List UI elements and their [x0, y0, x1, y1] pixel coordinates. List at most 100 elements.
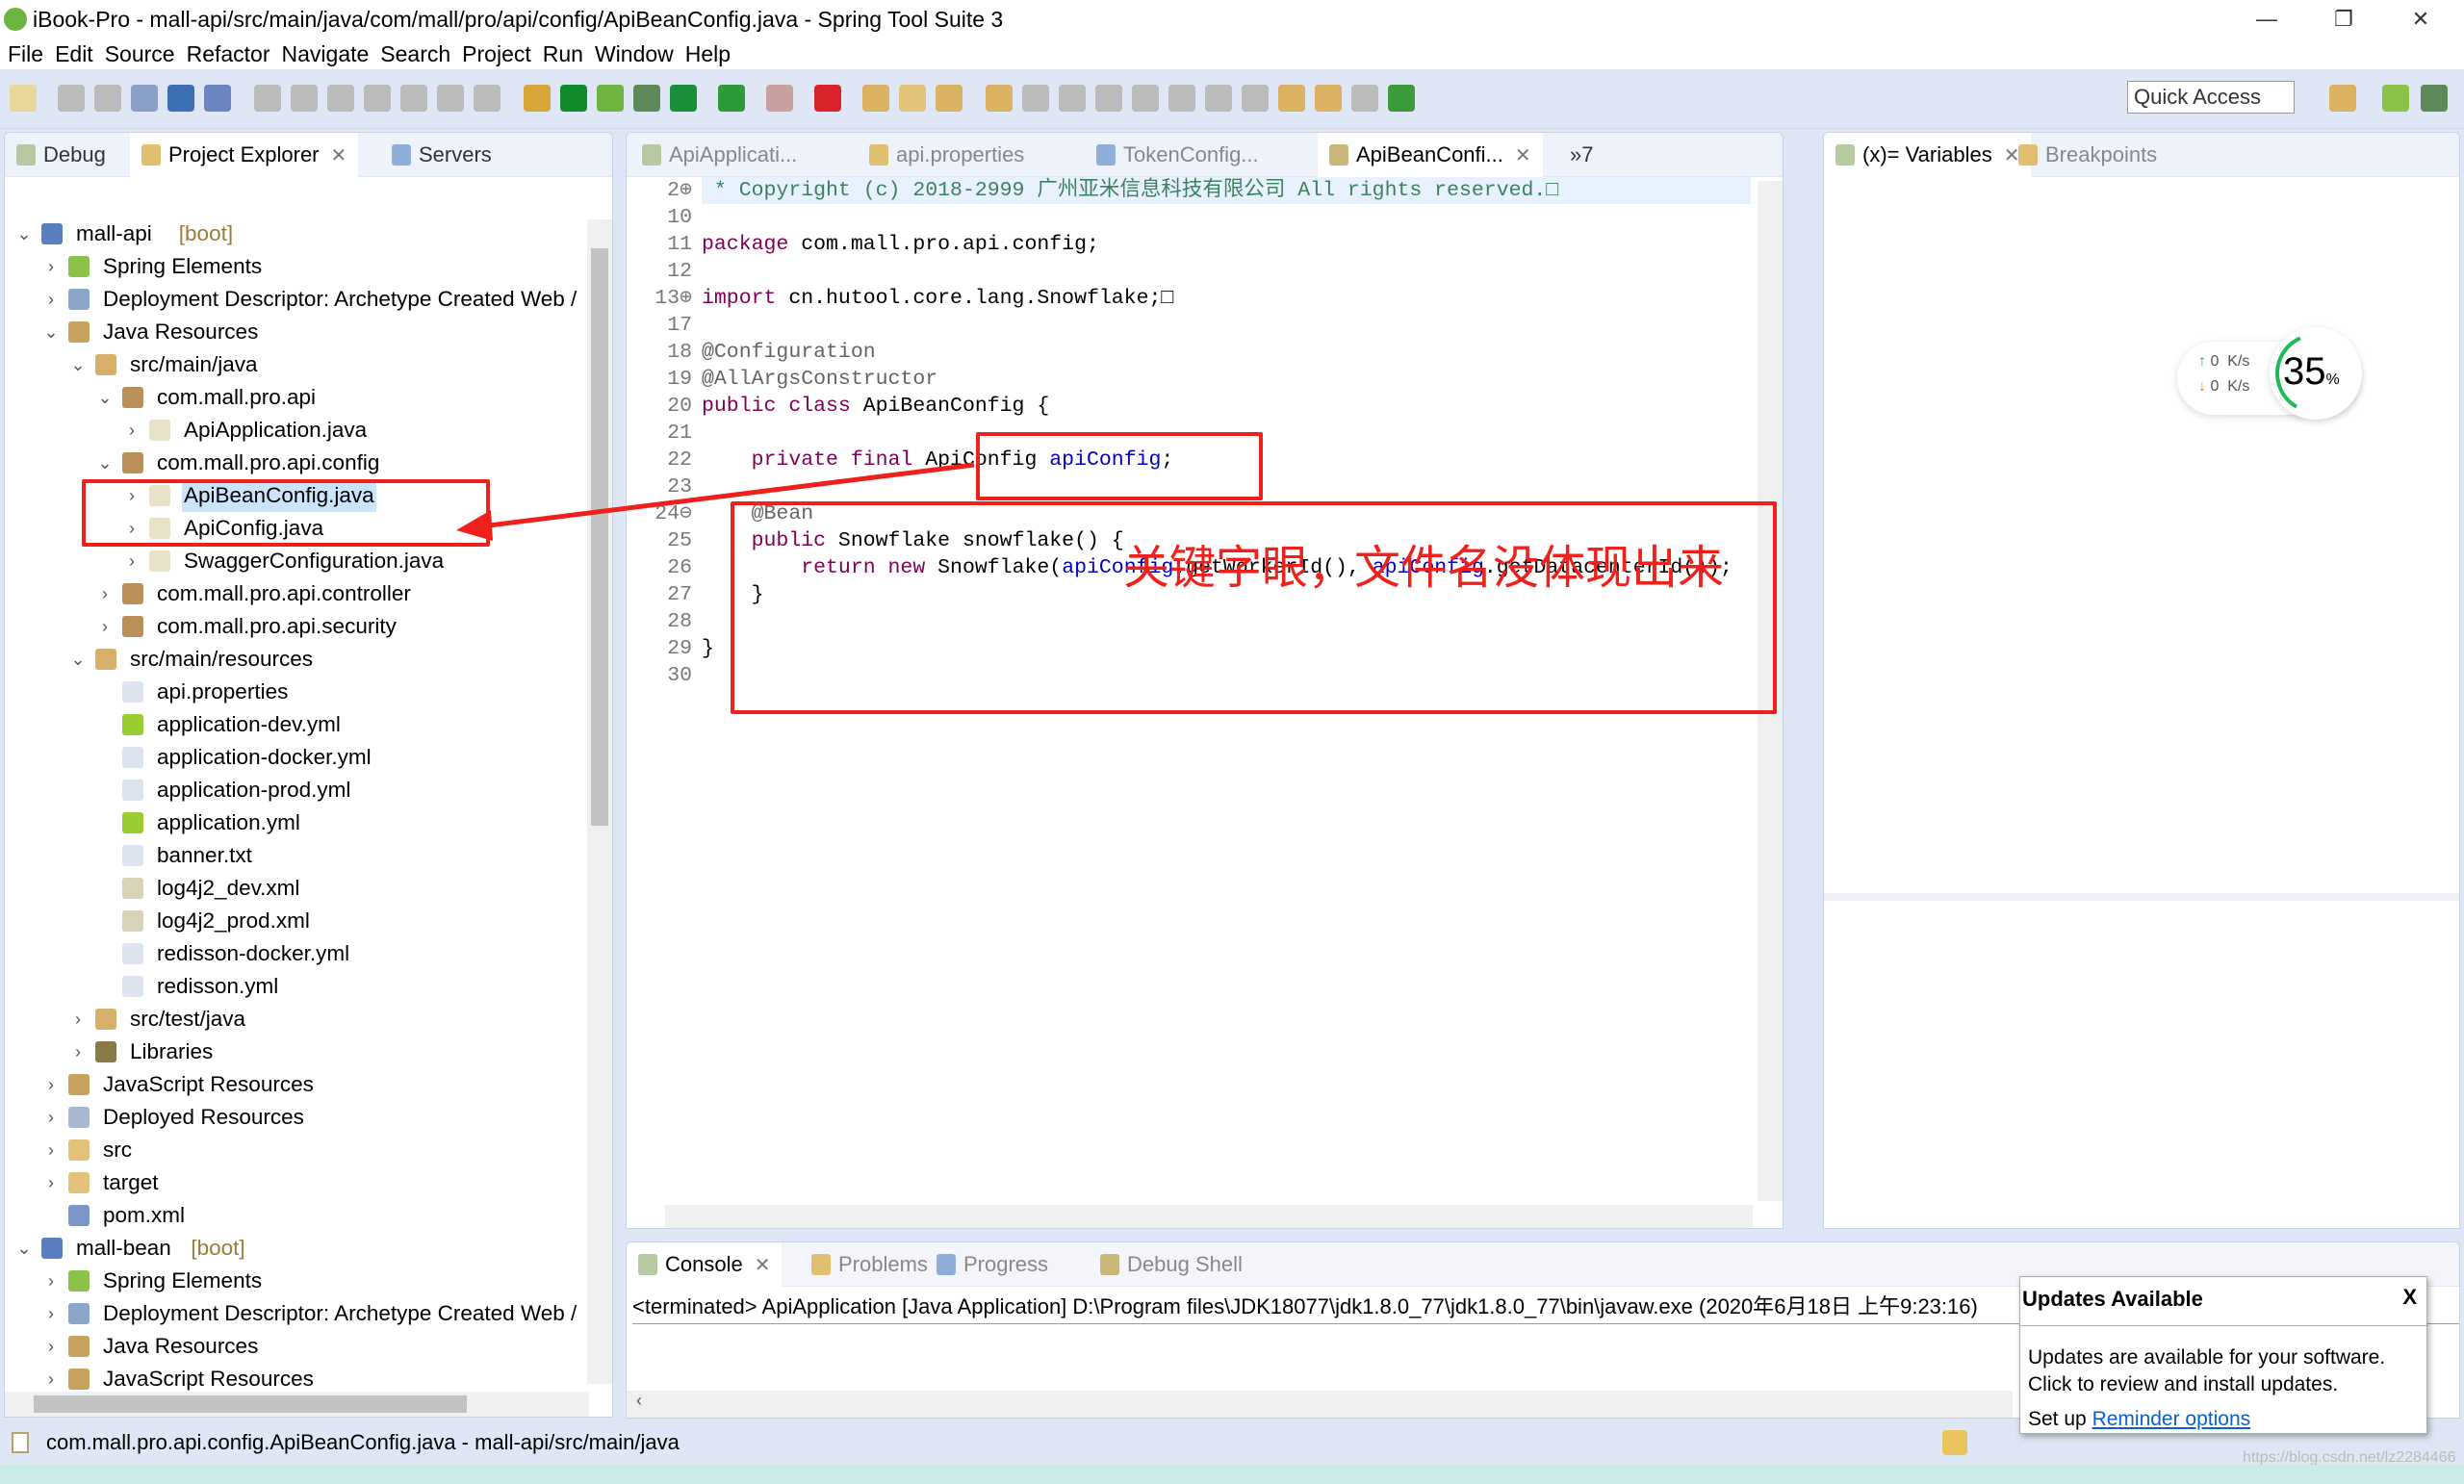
- tab-apibeanconfi[interactable]: ApiBeanConfi... ✕: [1318, 133, 1543, 177]
- prev-annotation-icon[interactable]: [1242, 85, 1269, 112]
- chevron-down-icon[interactable]: ⌄: [68, 348, 88, 381]
- tree-item[interactable]: application-prod.yml: [5, 774, 582, 806]
- tree-item[interactable]: ⌄ com.mall.pro.api.config: [5, 447, 582, 479]
- chevron-down-icon[interactable]: ⌄: [95, 447, 115, 479]
- new-icon[interactable]: [10, 85, 37, 112]
- popup-close-button[interactable]: X: [2402, 1285, 2417, 1310]
- tree-item[interactable]: log4j2_prod.xml: [5, 905, 582, 937]
- chevron-right-icon[interactable]: ›: [41, 1134, 61, 1166]
- tree-item[interactable]: › Deployed Resources: [5, 1101, 582, 1134]
- step-into-icon[interactable]: [400, 85, 427, 112]
- run-external-icon[interactable]: [718, 85, 745, 112]
- debug-icon[interactable]: [633, 85, 660, 112]
- tab-debug[interactable]: Debug: [5, 133, 117, 177]
- chevron-right-icon[interactable]: ›: [41, 1068, 61, 1101]
- tree-item[interactable]: › com.mall.pro.api.security: [5, 610, 582, 643]
- save-icon[interactable]: [58, 85, 85, 112]
- menu-run[interactable]: Run: [543, 41, 583, 66]
- tree-item[interactable]: › Java Resources: [5, 1330, 582, 1363]
- tab-servers[interactable]: Servers: [380, 133, 503, 177]
- close-tab-icon[interactable]: ✕: [1515, 145, 1531, 166]
- editor-horizontal-scrollbar[interactable]: [665, 1205, 1753, 1228]
- tab-x-variables[interactable]: (x)= Variables ✕: [1824, 133, 2032, 177]
- chevron-right-icon[interactable]: ›: [41, 283, 61, 316]
- chevron-down-icon[interactable]: ⌄: [41, 316, 61, 348]
- console-icon[interactable]: [167, 85, 194, 112]
- redo-icon[interactable]: [1351, 85, 1378, 112]
- open-task-icon[interactable]: [899, 85, 926, 112]
- step-return-icon[interactable]: [474, 85, 500, 112]
- chevron-down-icon[interactable]: ⌄: [14, 1232, 34, 1265]
- tree-item[interactable]: log4j2_dev.xml: [5, 872, 582, 905]
- tree-item[interactable]: ⌄ src/main/resources: [5, 643, 582, 676]
- tree-item[interactable]: › ApiApplication.java: [5, 414, 582, 447]
- menu-help[interactable]: Help: [685, 41, 731, 66]
- tab-tokenconfig[interactable]: TokenConfig...: [1085, 133, 1270, 177]
- tree-item[interactable]: ⌄ Java Resources: [5, 316, 582, 348]
- tab-api-properties[interactable]: api.properties: [858, 133, 1036, 177]
- tree-vertical-scrollbar[interactable]: [587, 219, 612, 1384]
- stop-icon[interactable]: [766, 85, 793, 112]
- tree-item[interactable]: pom.xml: [5, 1199, 582, 1232]
- minimize-button[interactable]: —: [2233, 0, 2300, 38]
- menu-project[interactable]: Project: [462, 41, 531, 66]
- spring-boot-icon[interactable]: [560, 85, 587, 112]
- chevron-right-icon[interactable]: ›: [41, 1101, 61, 1134]
- tree-item[interactable]: redisson-docker.yml: [5, 937, 582, 970]
- more-tabs-button[interactable]: »7: [1570, 133, 1593, 177]
- chevron-right-icon[interactable]: ›: [122, 545, 141, 577]
- chevron-right-icon[interactable]: ›: [122, 414, 141, 447]
- block-icon[interactable]: [1132, 85, 1159, 112]
- tab-problems[interactable]: Problems: [800, 1242, 939, 1287]
- paragraph-icon[interactable]: [1168, 85, 1195, 112]
- tree-item[interactable]: › com.mall.pro.api.controller: [5, 577, 582, 610]
- tree-item[interactable]: › target: [5, 1166, 582, 1199]
- tree-item[interactable]: application-docker.yml: [5, 741, 582, 774]
- tree-item[interactable]: › Spring Elements: [5, 250, 582, 283]
- scroll-thumb[interactable]: [34, 1395, 467, 1413]
- tree-item[interactable]: › src/test/java: [5, 1003, 582, 1036]
- chevron-right-icon[interactable]: ›: [68, 1003, 88, 1036]
- tree-item[interactable]: › Libraries: [5, 1036, 582, 1068]
- panel-divider[interactable]: [1824, 893, 2459, 901]
- open-folder-icon[interactable]: [986, 85, 1013, 112]
- tab-console[interactable]: Console ✕: [627, 1242, 783, 1287]
- updates-available-notification[interactable]: Updates Available X Updates are availabl…: [2019, 1276, 2428, 1434]
- new-window-icon[interactable]: [1388, 85, 1415, 112]
- chevron-down-icon[interactable]: ⌄: [95, 381, 115, 414]
- chevron-right-icon[interactable]: ›: [41, 1330, 61, 1363]
- close-button[interactable]: ✕: [2387, 0, 2454, 38]
- tree-item[interactable]: ⌄ mall-api [boot]: [5, 217, 582, 250]
- menu-navigate[interactable]: Navigate: [282, 41, 370, 66]
- tab-apiapplicati[interactable]: ApiApplicati...: [630, 133, 808, 177]
- next-annotation-icon[interactable]: [1205, 85, 1232, 112]
- pin-icon[interactable]: [1022, 85, 1049, 112]
- tree-item[interactable]: › src: [5, 1134, 582, 1166]
- forward-icon[interactable]: [1315, 85, 1342, 112]
- chevron-down-icon[interactable]: ⌄: [68, 643, 88, 676]
- tree-item[interactable]: ⌄ mall-bean [boot]: [5, 1232, 582, 1265]
- back-icon[interactable]: [1278, 85, 1305, 112]
- quick-access-input[interactable]: Quick Access: [2127, 81, 2295, 114]
- scroll-thumb[interactable]: [591, 248, 608, 826]
- binary-icon[interactable]: [131, 85, 158, 112]
- chevron-right-icon[interactable]: ›: [95, 577, 115, 610]
- resume-icon[interactable]: [254, 85, 281, 112]
- tree-item[interactable]: › Deployment Descriptor: Archetype Create…: [5, 1297, 582, 1330]
- tab-breakpoints[interactable]: Breakpoints: [2007, 133, 2169, 177]
- chevron-right-icon[interactable]: ›: [41, 250, 61, 283]
- chevron-right-icon[interactable]: ›: [41, 1265, 61, 1297]
- chevron-right-icon[interactable]: ›: [68, 1036, 88, 1068]
- tree-item[interactable]: › JavaScript Resources: [5, 1068, 582, 1101]
- launch-icon[interactable]: [814, 85, 841, 112]
- restore-button[interactable]: ❐: [2310, 0, 2377, 38]
- tree-item[interactable]: › Spring Elements: [5, 1265, 582, 1297]
- spring-icon[interactable]: [597, 85, 624, 112]
- tree-item[interactable]: › SwaggerConfiguration.java: [5, 545, 582, 577]
- tree-item[interactable]: banner.txt: [5, 839, 582, 872]
- cpu-usage-gauge[interactable]: 35%: [2270, 327, 2362, 420]
- chevron-right-icon[interactable]: ›: [41, 1363, 61, 1395]
- menu-search[interactable]: Search: [380, 41, 450, 66]
- open-type-icon[interactable]: [862, 85, 889, 112]
- close-tab-icon[interactable]: ✕: [331, 145, 347, 166]
